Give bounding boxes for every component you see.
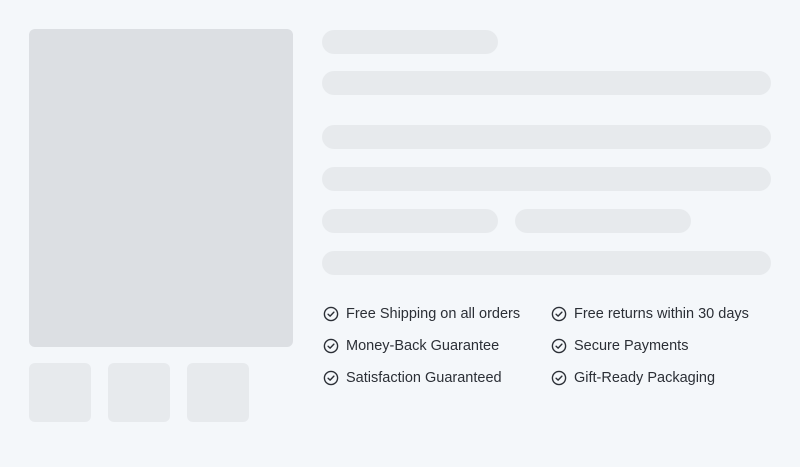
check-circle-icon — [551, 338, 567, 354]
main-image-placeholder — [29, 29, 293, 347]
check-circle-icon — [323, 370, 339, 386]
feature-label: Satisfaction Guaranteed — [346, 370, 502, 386]
thumbnail-placeholder-1[interactable] — [29, 363, 91, 422]
feature-item: Secure Payments — [551, 336, 688, 356]
feature-label: Free returns within 30 days — [574, 306, 749, 322]
check-circle-icon — [551, 370, 567, 386]
feature-item: Satisfaction Guaranteed — [323, 368, 502, 388]
skeleton-bar-title — [322, 71, 771, 95]
feature-item: Free Shipping on all orders — [323, 304, 520, 324]
feature-item: Money-Back Guarantee — [323, 336, 499, 356]
skeleton-bar-description-2 — [322, 167, 771, 191]
skeleton-bar-price — [322, 209, 498, 233]
thumbnail-placeholder-2[interactable] — [108, 363, 170, 422]
check-circle-icon — [323, 306, 339, 322]
check-circle-icon — [551, 306, 567, 322]
feature-label: Free Shipping on all orders — [346, 306, 521, 322]
thumbnail-placeholder-3[interactable] — [187, 363, 249, 422]
feature-label: Secure Payments — [574, 338, 689, 354]
feature-label: Money-Back Guarantee — [346, 338, 500, 354]
check-circle-icon — [323, 338, 339, 354]
feature-label: Gift-Ready Packaging — [574, 370, 716, 386]
skeleton-bar-action — [322, 251, 771, 275]
skeleton-bar-category — [322, 30, 498, 54]
feature-item: Free returns within 30 days — [551, 304, 749, 324]
skeleton-bar-description-1 — [322, 125, 771, 149]
feature-item: Gift-Ready Packaging — [551, 368, 715, 388]
skeleton-bar-rating — [515, 209, 691, 233]
